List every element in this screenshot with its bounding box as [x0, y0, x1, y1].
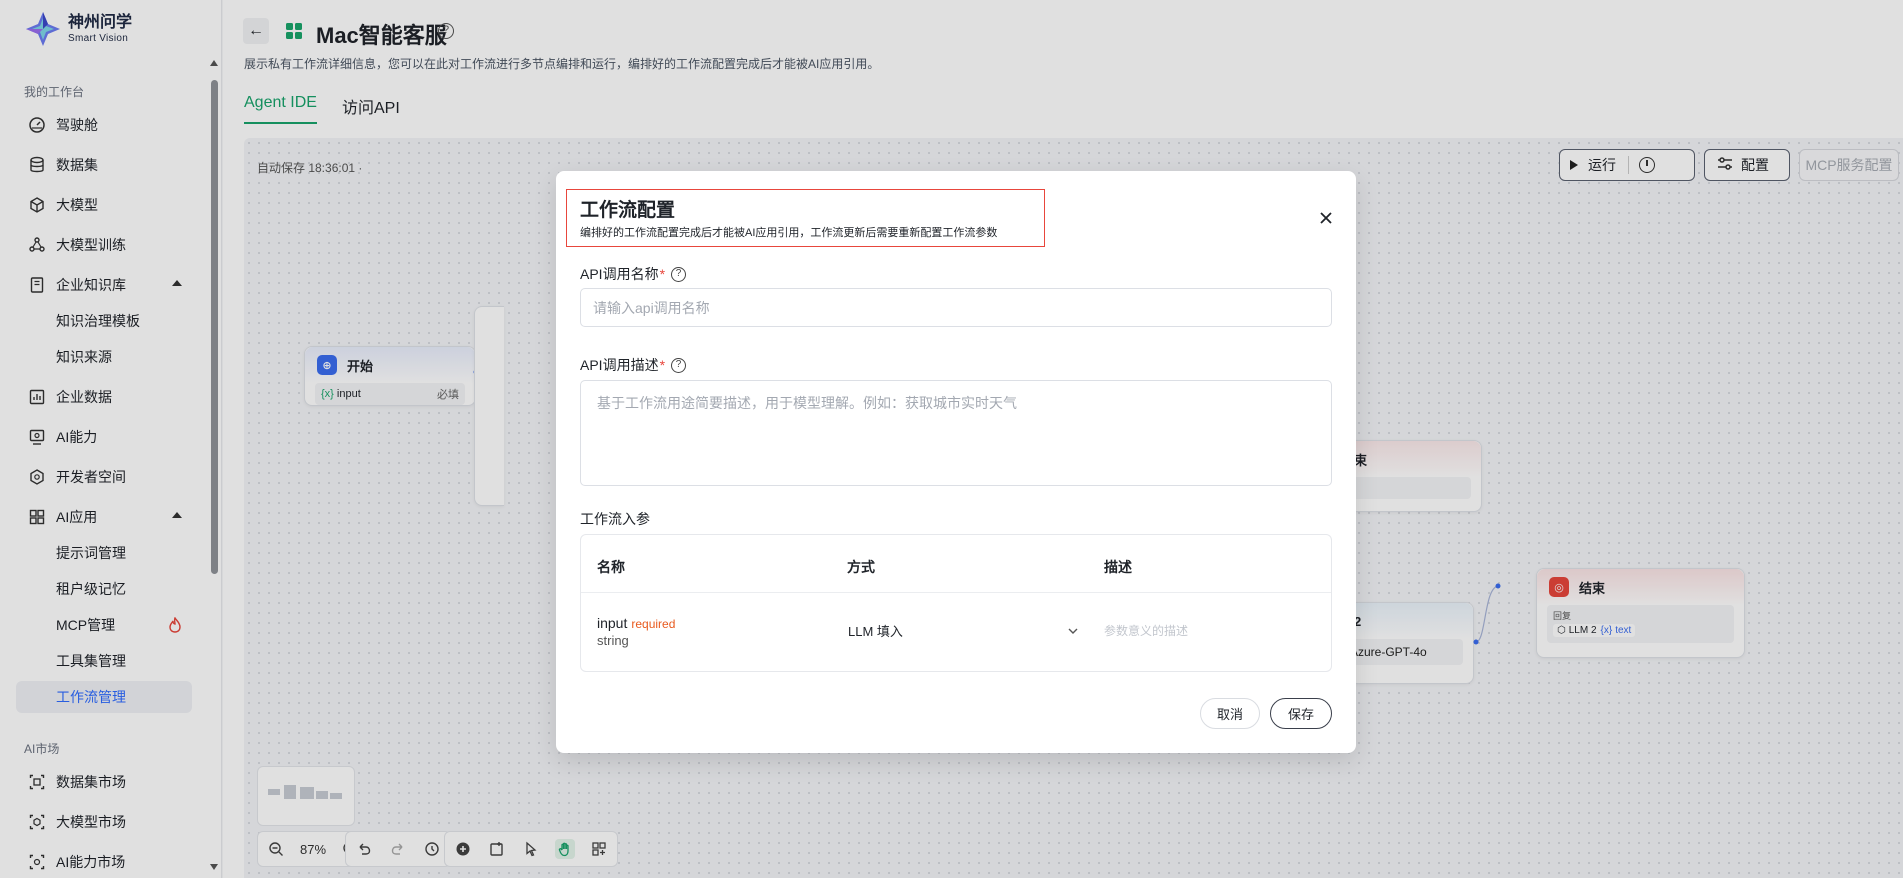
chevron-down-icon [1068, 623, 1078, 638]
column-header-desc: 描述 [1104, 559, 1132, 575]
param-mode-select[interactable]: LLM 填入 [848, 618, 1078, 642]
cancel-button[interactable]: 取消 [1200, 698, 1260, 729]
help-icon[interactable]: ? [671, 266, 687, 282]
api-desc-label-text: API调用描述 [580, 357, 659, 373]
modal-subtitle: 编排好的工作流配置完成后才能被AI应用引用，工作流更新后需要重新配置工作流参数 [580, 227, 998, 239]
param-name: input required [597, 615, 675, 631]
params-label: 工作流入参 [580, 511, 650, 527]
api-desc-label: API调用描述 *? [580, 355, 687, 375]
param-name-text: input [597, 615, 628, 631]
table-divider [581, 592, 1331, 593]
param-required-tag: required [631, 617, 676, 631]
save-button[interactable]: 保存 [1270, 698, 1332, 729]
help-icon[interactable]: ? [671, 357, 687, 373]
column-header-name: 名称 [597, 559, 625, 575]
column-header-mode: 方式 [847, 559, 875, 575]
required-asterisk: * [659, 266, 666, 282]
required-asterisk: * [659, 357, 666, 373]
api-desc-input[interactable] [580, 380, 1332, 486]
params-table: 名称 方式 描述 input required string LLM 填入 参数意… [580, 534, 1332, 672]
close-icon[interactable] [1316, 208, 1336, 228]
api-name-label-text: API调用名称 [580, 266, 659, 282]
param-desc-input[interactable]: 参数意义的描述 [1104, 622, 1188, 639]
api-name-label: API调用名称 *? [580, 264, 687, 284]
modal-title: 工作流配置 [580, 200, 676, 221]
param-type: string [597, 633, 629, 648]
param-mode-value: LLM 填入 [848, 623, 903, 639]
workflow-config-modal: 工作流配置 编排好的工作流配置完成后才能被AI应用引用，工作流更新后需要重新配置… [556, 171, 1356, 753]
api-name-input[interactable] [580, 288, 1332, 327]
